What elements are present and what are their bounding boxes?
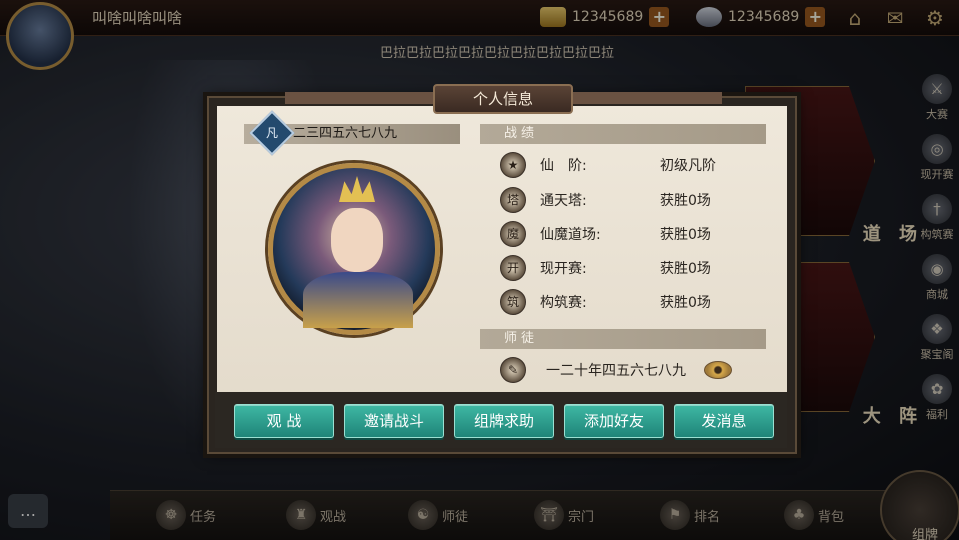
stat-value: 获胜0场 — [660, 261, 711, 277]
title-wing-right — [572, 92, 722, 104]
stat-value: 获胜0场 — [660, 193, 711, 209]
master-row: ✎ 一二十年四五六七八九 — [500, 357, 732, 383]
stat-value: 获胜0场 — [660, 227, 711, 243]
stat-row: 筑 构筑赛: 获胜0场 — [500, 287, 760, 317]
stat-value: 初级凡阶 — [660, 158, 716, 174]
stat-label: 仙魔道场: — [540, 227, 601, 243]
master-name: 一二十年四五六七八九 — [546, 363, 686, 379]
dojo-icon: 魔 — [500, 221, 526, 247]
stat-row: 开 现开赛: 获胜0场 — [500, 253, 760, 283]
portrait-robe — [303, 272, 413, 328]
stat-label: 仙 阶: — [540, 158, 587, 174]
tower-icon: 塔 — [500, 187, 526, 213]
dialog-title: 个人信息 — [433, 84, 573, 114]
record-section-header: 战绩 — [480, 124, 766, 144]
stat-row: 塔 通天塔: 获胜0场 — [500, 185, 760, 215]
invite-battle-button[interactable]: 邀请战斗 — [344, 404, 444, 438]
open-match-icon: 开 — [500, 255, 526, 281]
stat-label: 通天塔: — [540, 193, 587, 209]
add-friend-button[interactable]: 添加好友 — [564, 404, 664, 438]
portrait-face — [331, 208, 383, 272]
build-match-icon: 筑 — [500, 289, 526, 315]
eye-icon[interactable] — [704, 361, 732, 379]
stat-value: 获胜0场 — [660, 295, 711, 311]
rank-glyph: 凡 — [265, 126, 278, 140]
send-message-button[interactable]: 发消息 — [674, 404, 774, 438]
portrait-crown — [339, 176, 375, 202]
star-icon: ★ — [500, 152, 526, 178]
brush-icon: ✎ — [500, 357, 526, 383]
spectate-button[interactable]: 观 战 — [234, 404, 334, 438]
stat-row: ★ 仙 阶: 初级凡阶 — [500, 150, 760, 180]
master-section-header: 师徒 — [480, 329, 766, 349]
stat-label: 构筑赛: — [540, 295, 587, 311]
title-wing-left — [285, 92, 435, 104]
deck-help-button[interactable]: 组牌求助 — [454, 404, 554, 438]
stat-row: 魔 仙魔道场: 获胜0场 — [500, 219, 760, 249]
character-portrait — [268, 163, 440, 335]
stat-label: 现开赛: — [540, 261, 587, 277]
